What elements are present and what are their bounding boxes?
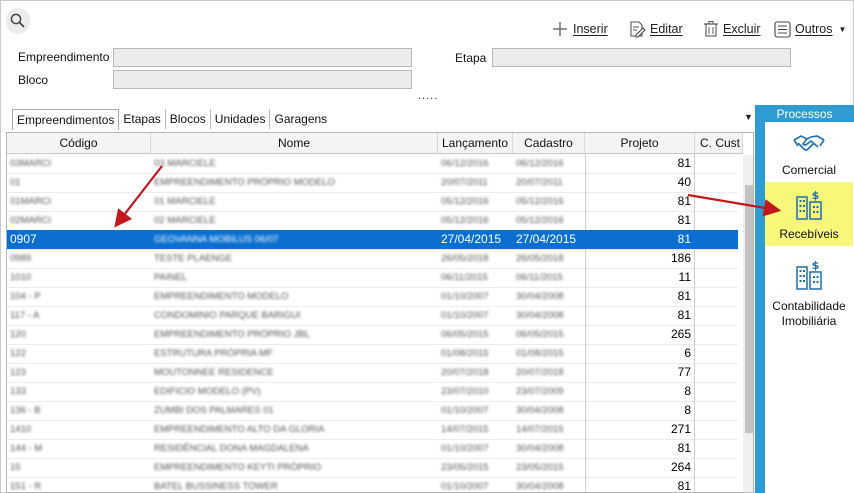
- annotation-arrow: [687, 193, 782, 217]
- annotation-arrows: [114, 165, 782, 228]
- annotation-arrow: [114, 165, 163, 228]
